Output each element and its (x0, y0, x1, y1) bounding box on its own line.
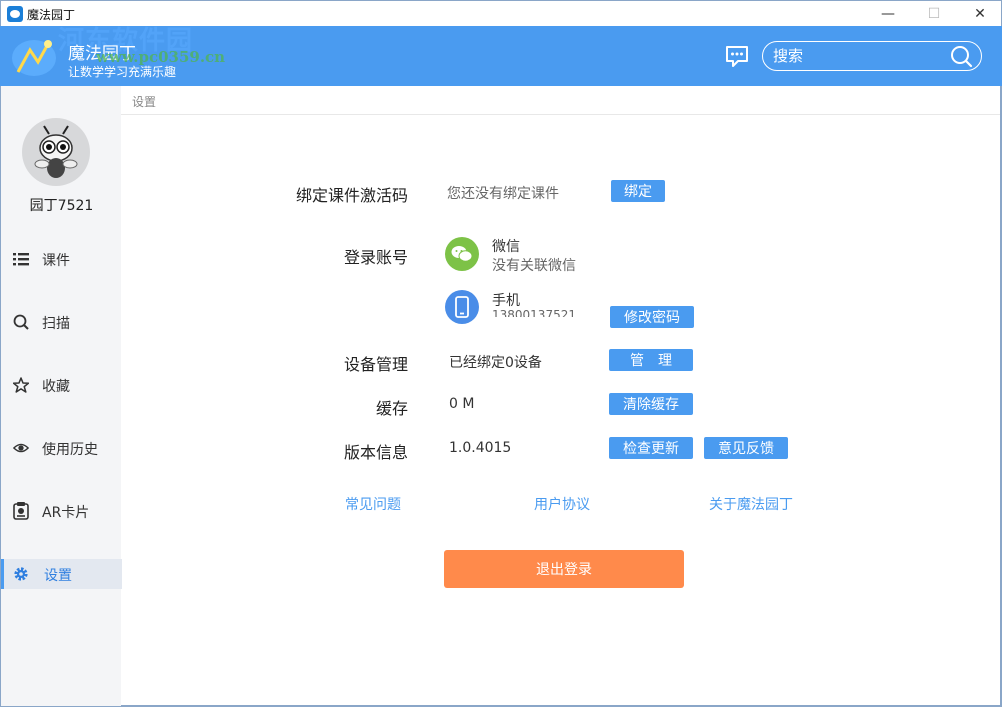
phone-number: 13800137521 (492, 309, 576, 317)
check-update-button[interactable]: 检查更新 (609, 437, 693, 459)
ar-card-icon (13, 502, 29, 520)
faq-link[interactable]: 常见问题 (345, 494, 401, 514)
username: 园丁7521 (29, 198, 94, 214)
sidebar-item-label: 设置 (44, 568, 72, 584)
phone-icon (445, 290, 479, 324)
about-link[interactable]: 关于魔法园丁 (709, 494, 793, 514)
search-icon (13, 314, 29, 330)
device-label: 设备管理 (343, 355, 408, 374)
breadcrumb: 设置 (132, 95, 157, 109)
account-label: 登录账号 (343, 248, 408, 267)
sidebar-item-ar-card[interactable]: AR卡片 (1, 496, 122, 526)
manage-devices-button[interactable]: 管 理 (609, 349, 693, 371)
sidebar-item-scan[interactable]: 扫描 (1, 307, 122, 337)
sidebar-item-label: AR卡片 (42, 505, 90, 521)
change-password-button[interactable]: 修改密码 (610, 306, 694, 328)
user-agreement-link[interactable]: 用户协议 (534, 494, 590, 514)
sidebar-item-label: 使用历史 (42, 442, 98, 458)
list-icon (13, 251, 29, 267)
search-input[interactable] (773, 46, 943, 66)
minimize-button[interactable]: — (865, 1, 911, 27)
chat-bubble-icon[interactable] (724, 43, 750, 69)
avatar[interactable] (22, 118, 90, 186)
sidebar-item-history[interactable]: 使用历史 (1, 433, 122, 463)
activation-label: 绑定课件激活码 (295, 186, 408, 205)
wechat-status: 没有关联微信 (492, 258, 576, 274)
sidebar-item-label: 收藏 (42, 379, 70, 395)
logo-icon (12, 40, 56, 76)
sidebar-item-label: 课件 (42, 253, 70, 269)
cache-size: 0 M (449, 396, 475, 412)
maximize-button[interactable]: ☐ (911, 1, 957, 27)
version-number: 1.0.4015 (449, 440, 512, 456)
feedback-button[interactable]: 意见反馈 (704, 437, 788, 459)
close-button[interactable]: ✕ (957, 1, 1002, 27)
star-icon (13, 377, 29, 393)
sidebar-item-courseware[interactable]: 课件 (1, 244, 122, 274)
eye-icon (13, 440, 29, 456)
version-label: 版本信息 (343, 443, 408, 462)
wechat-title: 微信 (492, 239, 520, 255)
sidebar-item-label: 扫描 (42, 316, 70, 332)
app-header: 河东软件园 魔法园丁 www.pc0359.cn 让数学学习充满乐趣 (0, 26, 1002, 86)
search-icon[interactable] (949, 44, 973, 68)
sidebar-item-favorites[interactable]: 收藏 (1, 370, 122, 400)
bee-avatar-icon (34, 125, 78, 178)
cache-label: 缓存 (375, 399, 408, 418)
phone-title: 手机 (492, 293, 520, 309)
sidebar: 园丁7521 课件 扫描 收藏 使用历史 AR卡片 设置 (0, 86, 122, 707)
search-box (762, 41, 982, 71)
sidebar-item-settings[interactable]: 设置 (1, 559, 122, 589)
activation-status: 您还没有绑定课件 (447, 186, 559, 202)
bind-button[interactable]: 绑定 (611, 180, 665, 202)
gear-icon (13, 566, 29, 582)
app-slogan: 让数学学习充满乐趣 (68, 65, 177, 79)
app-icon (7, 6, 23, 22)
logout-button[interactable]: 退出登录 (444, 550, 684, 588)
wechat-icon (445, 237, 479, 271)
device-status: 已经绑定0设备 (449, 355, 542, 371)
clear-cache-button[interactable]: 清除缓存 (609, 393, 693, 415)
breadcrumb-divider (121, 114, 1002, 115)
